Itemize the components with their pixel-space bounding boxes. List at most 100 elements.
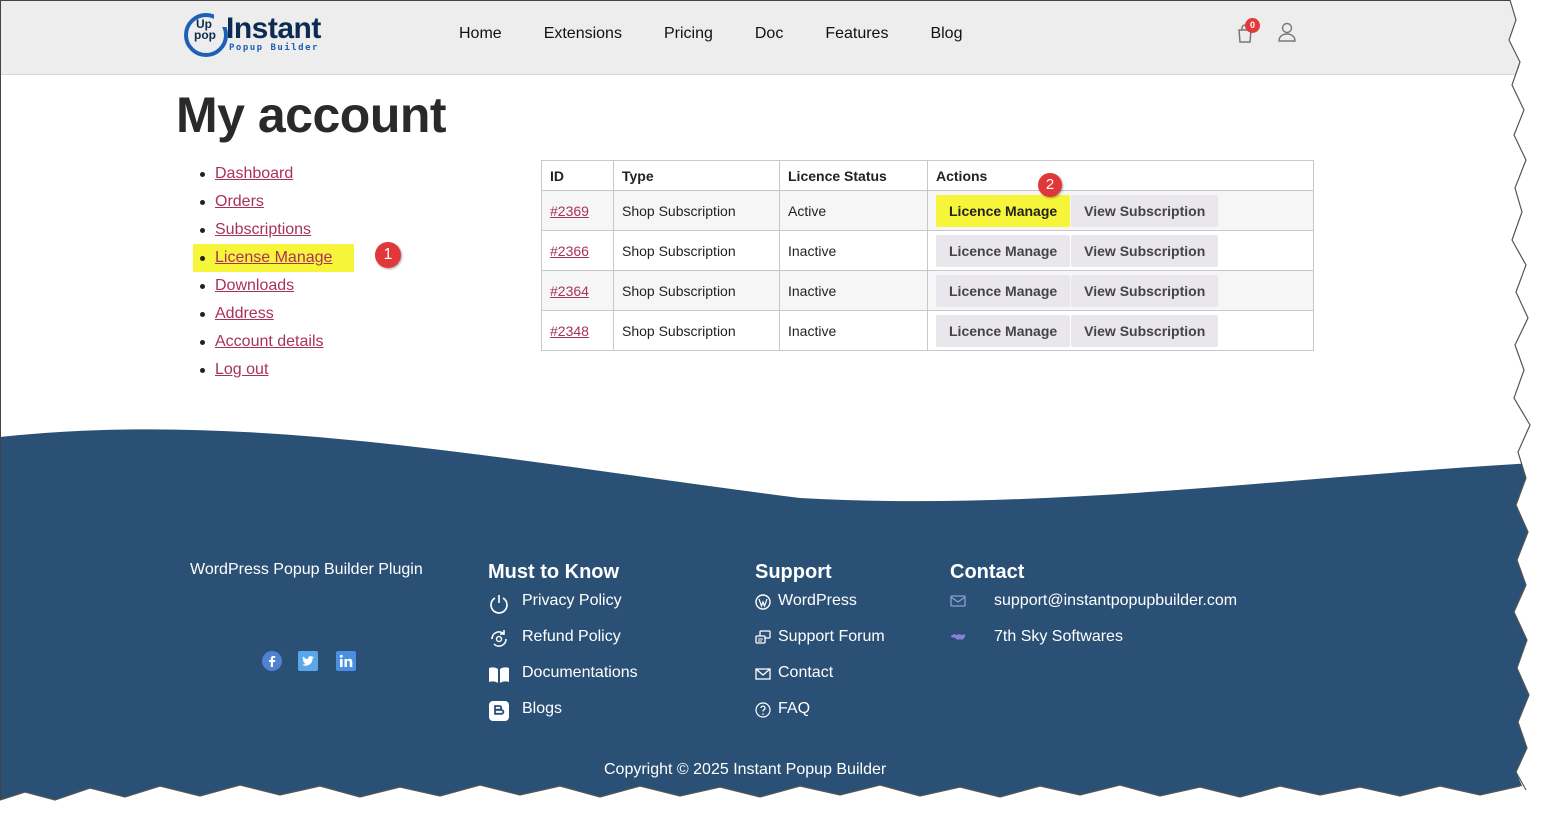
cell-status: Inactive: [779, 230, 928, 271]
table-header-row: ID Type Licence Status Actions: [541, 160, 1314, 191]
step-marker-2: 2: [1038, 173, 1062, 197]
account-nav-item: Address: [198, 300, 354, 328]
account-nav-item-highlighted: License Manage: [193, 244, 354, 272]
account-nav-logout[interactable]: Log out: [215, 361, 268, 378]
column-header-id: ID: [541, 160, 614, 191]
footer-link-label: Blogs: [522, 700, 563, 717]
nav-doc[interactable]: Doc: [755, 24, 783, 44]
twitter-icon[interactable]: [298, 651, 318, 671]
footer-link-label: Privacy Policy: [522, 592, 622, 609]
nav-features[interactable]: Features: [825, 24, 888, 44]
footer-link-label: Contact: [778, 664, 834, 681]
account-nav-downloads[interactable]: Downloads: [215, 277, 294, 294]
footer-link-faq[interactable]: FAQ: [755, 698, 885, 734]
footer-must-know-list: Privacy Policy Refund Policy Documentati…: [488, 590, 638, 734]
account-nav-dashboard[interactable]: Dashboard: [215, 165, 293, 182]
footer-link-contact[interactable]: Contact: [755, 662, 885, 698]
table-row: #2348 Shop Subscription Inactive Licence…: [541, 310, 1314, 351]
cell-actions: Licence Manage View Subscription: [927, 270, 1314, 311]
licence-manage-button[interactable]: Licence Manage: [936, 274, 1071, 307]
account-nav-license-manage[interactable]: License Manage: [215, 249, 332, 266]
account-nav-item: Account details: [198, 328, 354, 356]
main-nav: Home Extensions Pricing Doc Features Blo…: [459, 24, 1004, 44]
licence-table: ID Type Licence Status Actions #2369 Sho…: [541, 160, 1314, 351]
footer-link-support-forum[interactable]: Support Forum: [755, 626, 885, 662]
nav-blog[interactable]: Blog: [930, 24, 962, 44]
page: Up pop Instant Popup Builder Home Extens…: [0, 0, 1552, 827]
cart-count-badge: 0: [1245, 18, 1260, 33]
footer-link-label: FAQ: [778, 700, 811, 717]
footer-link-refund[interactable]: Refund Policy: [488, 626, 638, 662]
column-header-status: Licence Status: [779, 160, 928, 191]
nav-home[interactable]: Home: [459, 24, 502, 44]
footer-heading-must-know: Must to Know: [488, 561, 620, 583]
site-logo[interactable]: Up pop Instant Popup Builder: [184, 11, 344, 59]
facebook-icon[interactable]: [262, 651, 282, 671]
account-nav-subscriptions[interactable]: Subscriptions: [215, 221, 311, 238]
footer-link-privacy[interactable]: Privacy Policy: [488, 590, 638, 626]
account-nav-account-details[interactable]: Account details: [215, 333, 324, 350]
account-nav-orders[interactable]: Orders: [215, 193, 264, 210]
refund-icon: [491, 630, 507, 647]
footer-contact-list: support@instantpopupbuilder.com 7th Sky …: [950, 590, 1237, 662]
licence-manage-button[interactable]: Licence Manage: [936, 234, 1071, 267]
view-subscription-button[interactable]: View Subscription: [1071, 234, 1219, 267]
cell-type: Shop Subscription: [613, 230, 780, 271]
question-icon: [755, 702, 771, 718]
logo-badge-bottom: pop: [194, 28, 216, 42]
book-icon: [489, 667, 509, 683]
account-nav-item: Subscriptions: [198, 216, 354, 244]
footer-support-list: WordPress Support Forum Contact FAQ: [755, 590, 885, 734]
footer-contact-company[interactable]: 7th Sky Softwares: [950, 626, 1237, 662]
linkedin-icon[interactable]: [336, 651, 356, 671]
footer-link-label: Support Forum: [778, 628, 885, 645]
account-nav-item: Dashboard: [198, 160, 354, 188]
order-link[interactable]: #2348: [550, 323, 589, 339]
footer-tagline: WordPress Popup Builder Plugin: [190, 561, 423, 578]
cell-type: Shop Subscription: [613, 310, 780, 351]
table-row: #2364 Shop Subscription Inactive Licence…: [541, 270, 1314, 311]
nav-pricing[interactable]: Pricing: [664, 24, 713, 44]
user-icon[interactable]: [1277, 22, 1297, 42]
cell-type: Shop Subscription: [613, 270, 780, 311]
footer-contact-email[interactable]: support@instantpopupbuilder.com: [950, 590, 1237, 626]
blogger-icon: [489, 701, 509, 721]
column-header-type: Type: [613, 160, 780, 191]
footer-heading-support: Support: [755, 561, 832, 583]
envelope-icon: [755, 668, 771, 680]
site-header: Up pop Instant Popup Builder Home Extens…: [0, 0, 1552, 75]
footer-link-label: Documentations: [522, 664, 638, 681]
account-nav-address[interactable]: Address: [215, 305, 274, 322]
view-subscription-button[interactable]: View Subscription: [1071, 274, 1219, 307]
footer-link-blogs[interactable]: Blogs: [488, 698, 638, 734]
footer-link-wordpress[interactable]: WordPress: [755, 590, 885, 626]
forum-icon: [755, 630, 771, 644]
envelope-icon: [950, 595, 966, 607]
account-nav: Dashboard Orders Subscriptions License M…: [193, 160, 354, 384]
order-link[interactable]: #2366: [550, 243, 589, 259]
table-row: #2366 Shop Subscription Inactive Licence…: [541, 230, 1314, 271]
cell-type: Shop Subscription: [613, 190, 780, 231]
footer-link-label: Refund Policy: [522, 628, 621, 645]
view-subscription-button[interactable]: View Subscription: [1071, 314, 1219, 347]
footer-contact-label: support@instantpopupbuilder.com: [994, 592, 1238, 609]
cell-actions: Licence Manage View Subscription: [927, 310, 1314, 351]
column-header-actions: Actions: [927, 160, 1314, 191]
view-subscription-button[interactable]: View Subscription: [1071, 194, 1219, 227]
cell-id: #2369: [541, 190, 614, 231]
cell-status: Active: [779, 190, 928, 231]
cell-id: #2348: [541, 310, 614, 351]
order-link[interactable]: #2364: [550, 283, 589, 299]
order-link[interactable]: #2369: [550, 203, 589, 219]
licence-manage-button[interactable]: Licence Manage: [936, 314, 1071, 347]
licence-manage-button[interactable]: Licence Manage: [936, 194, 1071, 227]
logo-badge: Up pop: [194, 18, 216, 42]
cell-id: #2366: [541, 230, 614, 271]
account-nav-item: Downloads: [198, 272, 354, 300]
footer-heading-contact: Contact: [950, 561, 1025, 583]
nav-extensions[interactable]: Extensions: [544, 24, 622, 44]
footer-link-documentations[interactable]: Documentations: [488, 662, 638, 698]
cell-id: #2364: [541, 270, 614, 311]
cell-actions: Licence Manage View Subscription: [927, 190, 1314, 231]
page-title: My account: [176, 87, 447, 143]
